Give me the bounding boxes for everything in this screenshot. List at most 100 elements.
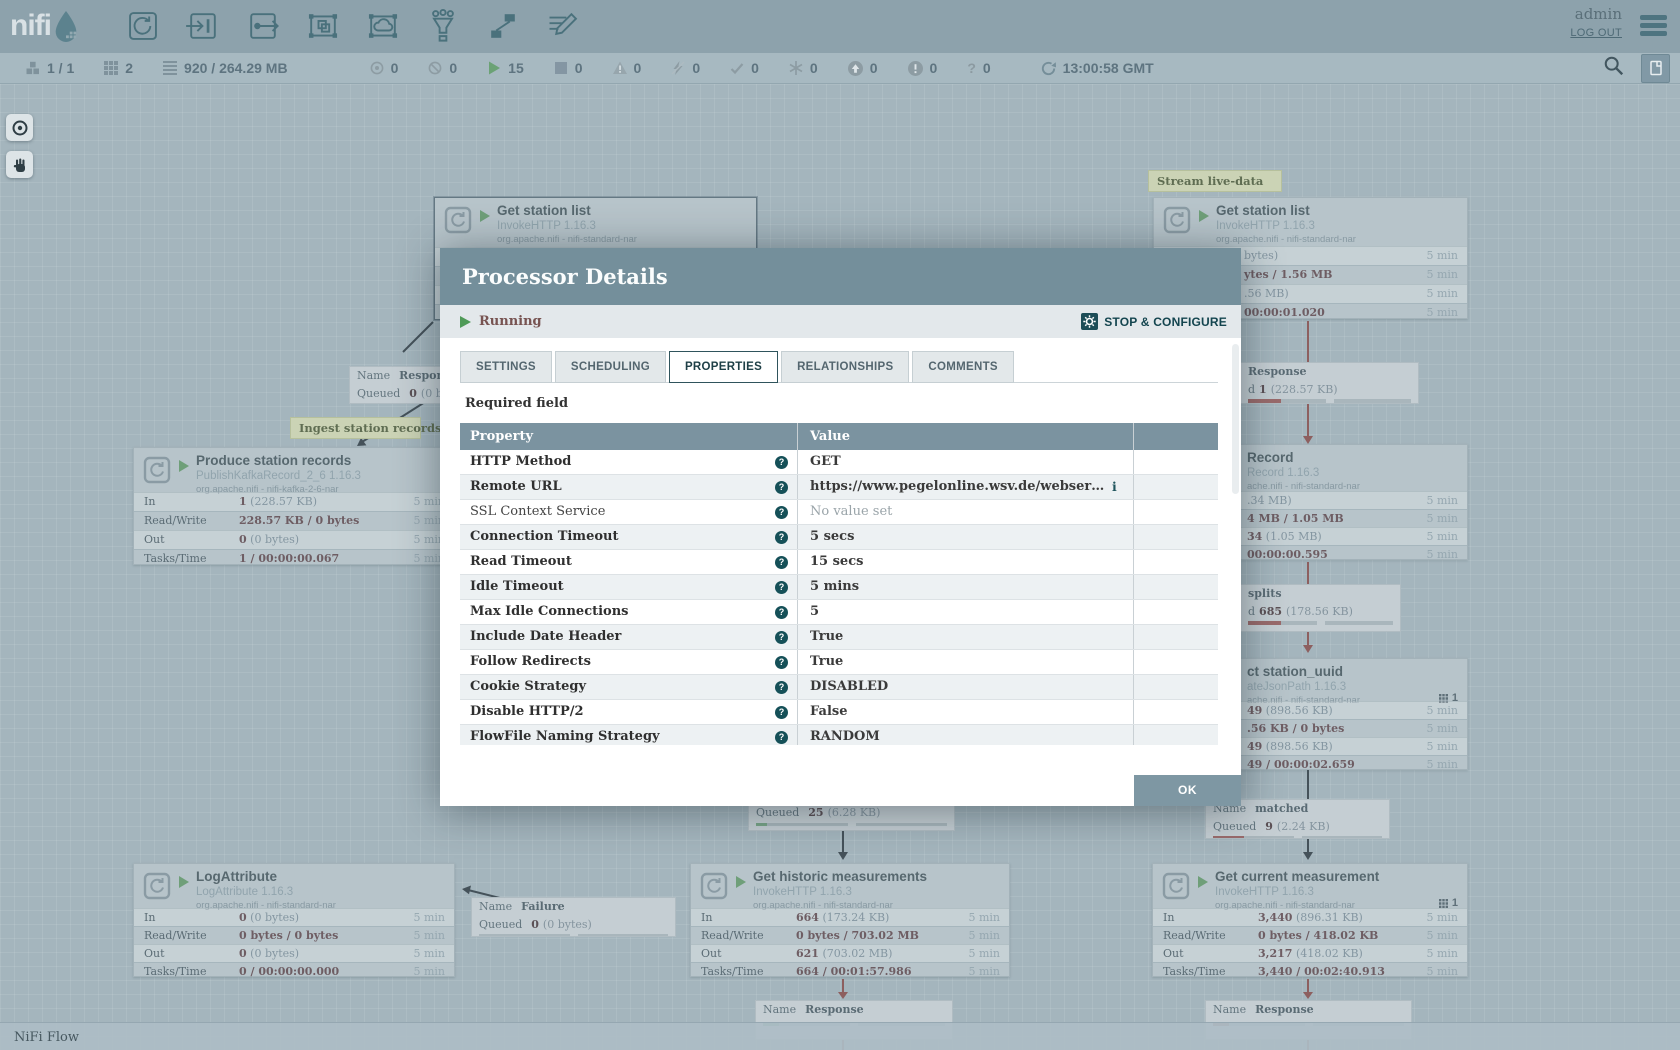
running-status-icon (1198, 876, 1208, 888)
funnel-toolbar-icon[interactable] (424, 7, 462, 45)
processor-title: Get historic measurements (753, 869, 927, 884)
processor-type: InvokeHTTP 1.16.3 (753, 886, 852, 898)
processor-icon (143, 456, 171, 484)
hand-tool-button[interactable] (6, 151, 33, 178)
required-field-note: Required field (465, 396, 568, 411)
processor-type: LogAttribute 1.16.3 (196, 886, 293, 898)
status-bar: 1 / 1 2 920 / 264.29 MB 0 0 15 0 0 0 0 0… (0, 53, 1680, 84)
birdseye-panel-button[interactable] (1641, 54, 1670, 83)
property-row: Connection Timeout? 5 secs (460, 525, 1218, 550)
hand-icon (11, 156, 29, 174)
processor-extract-station-uuid-partial[interactable]: ct station_uuid ateJsonPath 1.16.3 ache.… (1241, 658, 1468, 770)
label-toolbar-icon[interactable] (544, 7, 582, 45)
refresh-status[interactable]: 13:00:58 GMT (1041, 60, 1154, 76)
help-icon[interactable]: ? (775, 531, 788, 544)
processor-icon (143, 872, 171, 900)
processor-title: LogAttribute (196, 869, 277, 884)
processor-icon (444, 206, 472, 234)
info-icon[interactable]: i (1112, 475, 1117, 499)
label-ingest-station-records[interactable]: Ingest station records (290, 417, 421, 439)
stat-up-to-date: 0 (730, 60, 759, 76)
processor-title: ct station_uuid (1247, 664, 1343, 679)
help-icon[interactable]: ? (775, 481, 788, 494)
connection-label-queued-25[interactable]: Queued25(6.28 KB) (748, 803, 955, 831)
processor-type: InvokeHTTP 1.16.3 (1216, 220, 1315, 232)
nifi-droplet-icon (51, 8, 81, 44)
help-icon[interactable]: ? (775, 606, 788, 619)
help-icon[interactable]: ? (775, 731, 788, 744)
help-icon[interactable]: ? (775, 581, 788, 594)
dialog-status-row: Running STOP & CONFIGURE (440, 305, 1241, 338)
processor-type: InvokeHTTP 1.16.3 (497, 220, 596, 232)
dialog-title: Processor Details (462, 264, 668, 289)
processor-title: Produce station records (196, 453, 351, 468)
scrollbar-thumb[interactable] (1232, 344, 1239, 494)
process-group-toolbar-icon[interactable] (304, 7, 342, 45)
stat-queued-flowfiles: 920 / 264.29 MB (163, 60, 288, 76)
component-toolbar (124, 7, 582, 45)
nifi-application: nifi (0, 0, 1680, 1050)
stat-stale: 0 (848, 60, 878, 76)
running-status-icon (480, 210, 490, 222)
processor-icon (700, 872, 728, 900)
search-icon[interactable] (1603, 55, 1625, 82)
output-port-toolbar-icon[interactable] (244, 7, 282, 45)
help-icon[interactable]: ? (775, 706, 788, 719)
breadcrumb[interactable]: NiFi Flow (14, 1030, 79, 1045)
processor-toolbar-icon[interactable] (124, 7, 162, 45)
running-status-icon (460, 316, 471, 328)
stat-transmitting: 0 (370, 60, 399, 76)
dialog-header: Processor Details (440, 248, 1241, 305)
target-tool-button[interactable] (6, 114, 33, 141)
stat-disabled: 0 (671, 60, 700, 76)
stat-active-threads: 2 (104, 60, 133, 76)
last-refresh-time: 13:00:58 GMT (1063, 60, 1154, 76)
input-port-toolbar-icon[interactable] (184, 7, 222, 45)
property-row: Disable HTTP/2? False (460, 700, 1218, 725)
dialog-body: SETTINGS SCHEDULING PROPERTIES RELATIONS… (440, 338, 1241, 806)
processor-details-dialog: Processor Details Running STOP & CONFIGU… (440, 248, 1241, 806)
processor-type: InvokeHTTP 1.16.3 (1215, 886, 1314, 898)
ok-button[interactable]: OK (1134, 775, 1241, 806)
dialog-tabs: SETTINGS SCHEDULING PROPERTIES RELATIONS… (460, 351, 1218, 383)
processor-produce-station-records[interactable]: Produce station records PublishKafkaReco… (133, 447, 455, 565)
stat-not-transmitting: 0 (428, 60, 457, 76)
breadcrumb-bar: NiFi Flow (0, 1022, 1680, 1050)
tab-properties[interactable]: PROPERTIES (669, 351, 778, 383)
processor-record-partial[interactable]: Record Record 1.16.3 ache.nifi - nifi-st… (1241, 444, 1468, 560)
processor-title: Record (1247, 450, 1294, 465)
remote-process-group-toolbar-icon[interactable] (364, 7, 402, 45)
tab-scheduling[interactable]: SCHEDULING (555, 351, 666, 383)
connection-label-splits[interactable]: splits d685(178.56 KB) (1241, 584, 1401, 632)
help-icon[interactable]: ? (775, 656, 788, 669)
tab-relationships[interactable]: RELATIONSHIPS (781, 351, 909, 383)
tab-settings[interactable]: SETTINGS (460, 351, 552, 383)
property-row: SSL Context Service? No value set (460, 500, 1218, 525)
global-menu-button[interactable] (1640, 15, 1667, 39)
nifi-logo-text: nifi (10, 6, 51, 46)
connection-label-failure[interactable]: NameFailure Queued0(0 bytes) (471, 897, 676, 937)
template-toolbar-icon[interactable] (484, 7, 522, 45)
target-icon (11, 119, 29, 137)
help-icon[interactable]: ? (775, 631, 788, 644)
help-icon[interactable]: ? (775, 506, 788, 519)
stop-and-configure-button[interactable]: STOP & CONFIGURE (1081, 313, 1227, 330)
processor-get-historic-measurements[interactable]: Get historic measurements InvokeHTTP 1.1… (690, 863, 1010, 977)
stat-clustered-nodes: 1 / 1 (26, 60, 74, 76)
processor-type: Record 1.16.3 (1247, 467, 1319, 479)
help-icon[interactable]: ? (775, 556, 788, 569)
label-stream-live-data[interactable]: Stream live-data (1148, 170, 1282, 192)
processor-type: PublishKafkaRecord_2_6 1.16.3 (196, 470, 361, 482)
logout-link[interactable]: LOG OUT (1570, 27, 1622, 39)
tab-comments[interactable]: COMMENTS (912, 351, 1013, 383)
connection-label-response-right-top[interactable]: Response d1(228.57 KB) (1241, 362, 1419, 404)
running-status-icon (1199, 210, 1209, 222)
processor-log-attribute[interactable]: LogAttribute LogAttribute 1.16.3 org.apa… (133, 863, 455, 977)
processor-bundle: org.apache.nifi - nifi-standard-nar (497, 234, 637, 245)
running-status-icon (179, 876, 189, 888)
help-icon[interactable]: ? (775, 681, 788, 694)
processor-get-current-measurement[interactable]: Get current measurement InvokeHTTP 1.16.… (1152, 863, 1468, 977)
running-status-icon (736, 876, 746, 888)
help-icon[interactable]: ? (775, 456, 788, 469)
processor-title: Get station list (1216, 203, 1310, 218)
